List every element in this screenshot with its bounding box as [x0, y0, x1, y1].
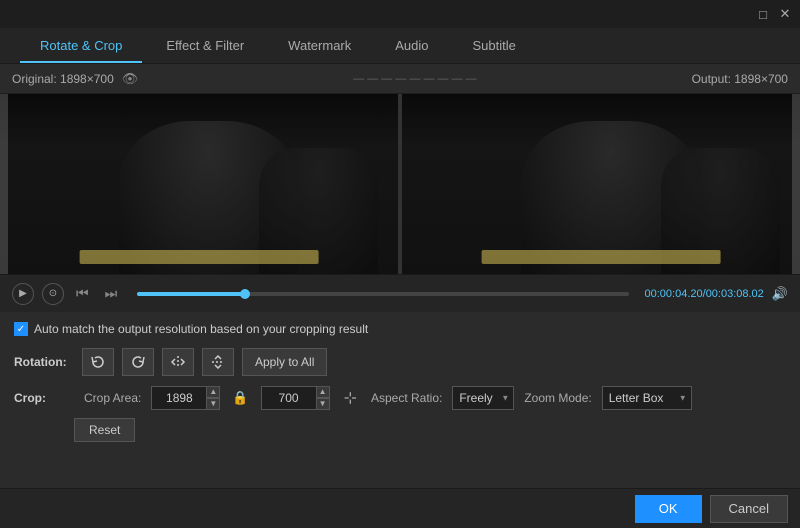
auto-match-row: ✓ Auto match the output resolution based… [14, 322, 786, 336]
rotate-cw-button[interactable] [122, 348, 154, 376]
stop-button[interactable]: ⊙ [42, 283, 64, 305]
crop-area-label: Crop Area: [84, 391, 141, 405]
height-down-button[interactable]: ▼ [316, 398, 330, 410]
bottom-bar: OK Cancel [0, 488, 800, 528]
aspect-ratio-select-wrap: Freely 16:9 4:3 1:1 9:16 [452, 386, 514, 410]
crop-label: Crop: [14, 391, 74, 405]
flip-h-button[interactable] [162, 348, 194, 376]
width-down-button[interactable]: ▼ [206, 398, 220, 410]
timeline-thumb[interactable] [240, 289, 250, 299]
height-up-button[interactable]: ▲ [316, 386, 330, 398]
playback-bar: ▶ ⊙ ⏮ ⏭ 00:00:04.20/00:03:08.02 🔊 [0, 274, 800, 312]
reset-button[interactable]: Reset [74, 418, 135, 442]
rotation-label: Rotation: [14, 355, 74, 369]
preview-frame-right [402, 94, 800, 274]
minimize-button[interactable]: □ [756, 7, 770, 21]
tab-effect-filter[interactable]: Effect & Filter [146, 30, 264, 63]
reset-row: Reset [14, 418, 786, 442]
prev-frame-button[interactable]: ⏮ [72, 283, 93, 304]
close-button[interactable]: ✕ [778, 7, 792, 21]
rotation-row: Rotation: [14, 348, 786, 376]
rotate-ccw-button[interactable] [82, 348, 114, 376]
tab-audio[interactable]: Audio [375, 30, 448, 63]
lock-icon[interactable]: 🔒 [232, 390, 248, 406]
original-resolution: Original: 1898×700 [12, 72, 114, 86]
title-bar: □ ✕ [0, 0, 800, 28]
play-button[interactable]: ▶ [12, 283, 34, 305]
time-display: 00:00:04.20/00:03:08.02 [645, 288, 764, 300]
cancel-button[interactable]: Cancel [710, 495, 788, 523]
output-resolution: Output: 1898×700 [692, 72, 788, 86]
tab-subtitle[interactable]: Subtitle [453, 30, 536, 63]
aspect-ratio-select[interactable]: Freely 16:9 4:3 1:1 9:16 [452, 386, 514, 410]
total-time: 00:03:08.02 [706, 288, 764, 300]
width-spinner: ▲ ▼ [151, 386, 220, 410]
flip-v-button[interactable] [202, 348, 234, 376]
tabs-bar: Rotate & Crop Effect & Filter Watermark … [0, 28, 800, 64]
timeline-track[interactable] [137, 292, 628, 296]
crop-height-input[interactable] [261, 386, 317, 410]
height-spinner: ▲ ▼ [261, 386, 330, 410]
apply-to-all-button[interactable]: Apply to All [242, 348, 327, 376]
zoom-mode-select-wrap: Letter Box Pan & Scan Full [602, 386, 692, 410]
crop-row: Crop: Crop Area: ▲ ▼ 🔒 ▲ ▼ ⊹ Aspect Rati… [14, 386, 786, 410]
crop-handle-right[interactable] [792, 94, 800, 274]
auto-match-checkbox[interactable]: ✓ [14, 322, 28, 336]
crop-handle-left[interactable] [0, 94, 8, 274]
zoom-mode-label: Zoom Mode: [524, 391, 591, 405]
tab-rotate-crop[interactable]: Rotate & Crop [20, 30, 142, 63]
zoom-mode-select[interactable]: Letter Box Pan & Scan Full [602, 386, 692, 410]
info-bar: Original: 1898×700 👁 — — — — — — — — — O… [0, 64, 800, 94]
preview-area [0, 94, 800, 274]
timeline-progress [137, 292, 245, 296]
tab-watermark[interactable]: Watermark [268, 30, 371, 63]
volume-icon[interactable]: 🔊 [772, 286, 788, 302]
preview-frame-left [0, 94, 398, 274]
next-frame-button[interactable]: ⏭ [101, 283, 122, 304]
center-icon[interactable]: ⊹ [340, 388, 361, 408]
current-time: 00:00:04.20 [645, 288, 703, 300]
crop-width-input[interactable] [151, 386, 207, 410]
auto-match-label: Auto match the output resolution based o… [34, 322, 368, 336]
ok-button[interactable]: OK [635, 495, 702, 523]
width-up-button[interactable]: ▲ [206, 386, 220, 398]
eye-icon[interactable]: 👁 [122, 71, 139, 87]
filename: — — — — — — — — — [353, 73, 476, 85]
aspect-ratio-label: Aspect Ratio: [371, 391, 442, 405]
controls-area: ✓ Auto match the output resolution based… [0, 312, 800, 450]
